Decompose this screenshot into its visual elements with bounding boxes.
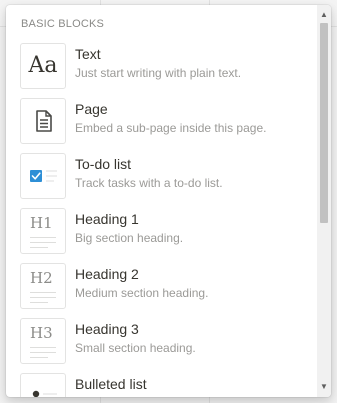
- block-item-description: Small section heading.: [75, 341, 196, 355]
- block-item-heading-1[interactable]: H1 Heading 1 Big section heading.: [20, 208, 310, 257]
- menu-scrollbar[interactable]: ▲ ▼: [317, 5, 331, 397]
- page-document-icon: [20, 98, 66, 144]
- divider: [30, 352, 56, 353]
- divider: [30, 292, 56, 293]
- heading-3-glyph: H3: [30, 324, 53, 342]
- heading-1-glyph: H1: [30, 214, 53, 232]
- block-item-bulleted-list[interactable]: Bulleted list: [20, 373, 310, 397]
- heading-3-icon: H3: [20, 318, 66, 364]
- block-item-title: Page: [75, 101, 108, 117]
- block-item-todo-list[interactable]: To-do list Track tasks with a to-do list…: [20, 153, 310, 202]
- text-aa-glyph: Aa: [28, 53, 58, 78]
- block-menu: BASIC BLOCKS Aa Text Just start writing …: [6, 5, 331, 397]
- divider: [30, 237, 56, 238]
- divider: [30, 242, 56, 243]
- text-aa-icon: Aa: [20, 43, 66, 89]
- block-item-description: Medium section heading.: [75, 286, 209, 300]
- scroll-up-arrow-icon[interactable]: ▲: [317, 7, 331, 23]
- block-item-text[interactable]: Aa Text Just start writing with plain te…: [20, 43, 310, 92]
- todo-checkbox-svg: [30, 170, 57, 182]
- block-item-heading-2[interactable]: H2 Heading 2 Medium section heading.: [20, 263, 310, 312]
- divider: [30, 357, 48, 358]
- heading-2-glyph: H2: [30, 269, 53, 287]
- block-item-title: To-do list: [75, 156, 132, 172]
- divider: [30, 297, 56, 298]
- scrollbar-thumb[interactable]: [320, 23, 328, 223]
- divider: [30, 347, 56, 348]
- heading-1-icon: H1: [20, 208, 66, 254]
- block-item-title: Text: [75, 46, 101, 62]
- block-item-title: Heading 3: [75, 321, 139, 337]
- block-item-description: Big section heading.: [75, 231, 184, 245]
- block-item-title: Bulleted list: [75, 376, 147, 392]
- section-header-basic-blocks: BASIC BLOCKS: [21, 18, 105, 30]
- block-item-heading-3[interactable]: H3 Heading 3 Small section heading.: [20, 318, 310, 367]
- divider: [30, 302, 48, 303]
- block-item-description: Just start writing with plain text.: [75, 66, 242, 80]
- scroll-down-arrow-icon[interactable]: ▼: [317, 379, 331, 395]
- block-item-description: Embed a sub-page inside this page.: [75, 121, 267, 135]
- page-document-svg: [36, 110, 52, 132]
- block-item-description: Track tasks with a to-do list.: [75, 176, 223, 190]
- bulleted-list-svg: [32, 390, 57, 397]
- block-item-title: Heading 1: [75, 211, 139, 227]
- divider: [30, 247, 48, 248]
- block-item-page[interactable]: Page Embed a sub-page inside this page.: [20, 98, 310, 147]
- todo-checkbox-icon: [20, 153, 66, 199]
- bulleted-list-icon: [20, 373, 66, 397]
- block-item-title: Heading 2: [75, 266, 139, 282]
- heading-2-icon: H2: [20, 263, 66, 309]
